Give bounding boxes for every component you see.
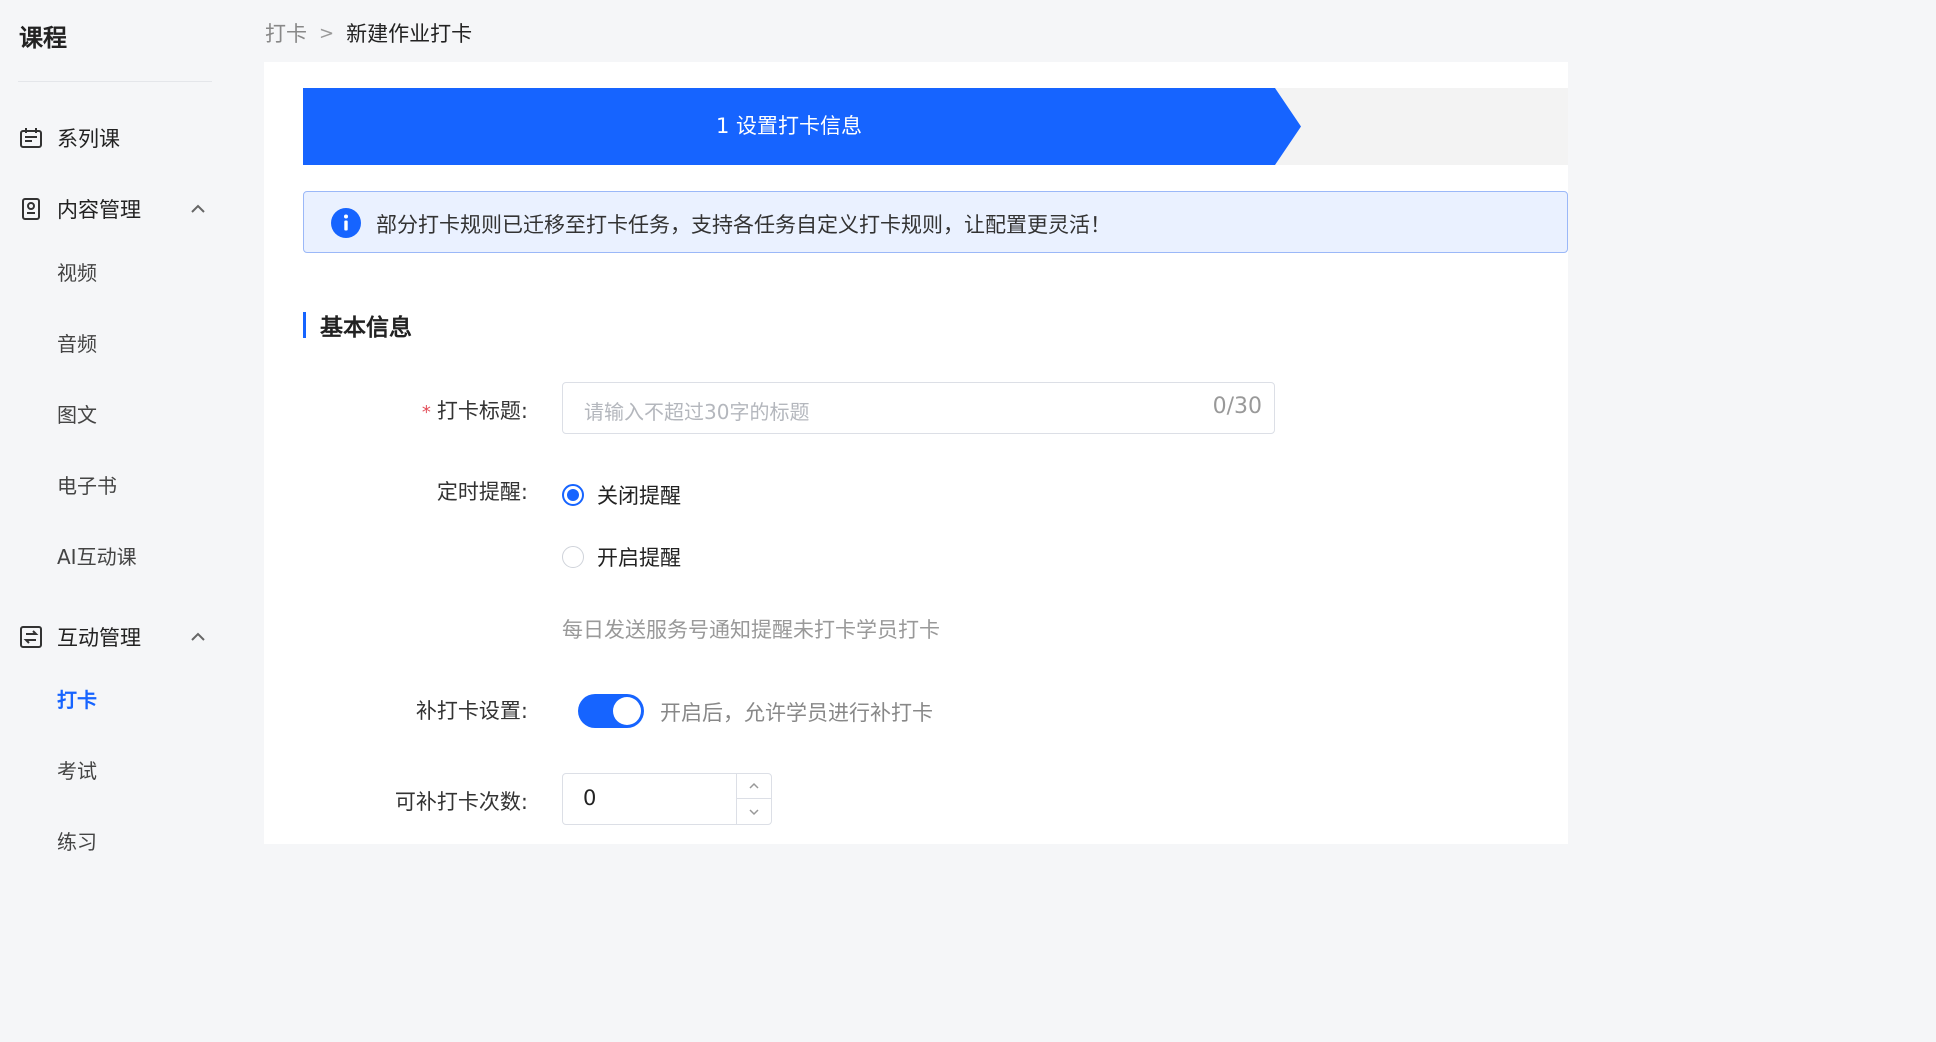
reminder-option-label: 开启提醒	[597, 546, 681, 570]
calendar-icon	[18, 125, 44, 151]
required-mark: *	[421, 402, 431, 423]
reminder-option-label: 关闭提醒	[597, 484, 681, 508]
makeup-count-label: 可补打卡次数:	[394, 790, 528, 814]
stepper-increment[interactable]	[737, 774, 771, 799]
breadcrumb-current: 新建作业打卡	[346, 22, 473, 46]
main-panel: 1 设置打卡信息 部分打卡规则已迁移至打卡任务，支持各任务自定义打卡规则，让配置…	[264, 62, 1568, 844]
stepper-arrows	[736, 774, 771, 824]
title-field-label: * 打卡标题:	[422, 395, 528, 425]
makeup-count-stepper[interactable]: 0	[562, 773, 772, 825]
radio-unchecked[interactable]	[562, 546, 584, 568]
reminder-label: 定时提醒:	[436, 480, 528, 504]
reminder-hint: 每日发送服务号通知提醒未打卡学员打卡	[562, 618, 940, 642]
chevron-down-icon	[749, 808, 759, 815]
sidebar-divider	[18, 81, 212, 82]
chevron-up-icon[interactable]	[188, 199, 208, 219]
sidebar-group-label: 内容管理	[57, 198, 141, 222]
info-icon	[331, 208, 361, 238]
sidebar-item-ebook[interactable]: 电子书	[57, 470, 117, 499]
sidebar-group-series[interactable]: 系列课	[18, 118, 218, 158]
step-bar: 1 设置打卡信息	[303, 88, 1568, 165]
document-icon	[18, 196, 44, 222]
sidebar-item-exam[interactable]: 考试	[57, 755, 97, 784]
makeup-description: 开启后，允许学员进行补打卡	[660, 701, 933, 725]
sidebar-group-interaction[interactable]: 互动管理	[18, 617, 218, 657]
reminder-option-off[interactable]: 关闭提醒	[562, 480, 681, 510]
sidebar-item-video[interactable]: 视频	[57, 257, 97, 286]
sidebar-item-practice[interactable]: 练习	[57, 826, 97, 855]
radio-checked[interactable]	[562, 484, 584, 506]
makeup-toggle[interactable]	[578, 694, 644, 728]
title-input-placeholder: 请输入不超过30字的标题	[584, 400, 810, 424]
notice-text: 部分打卡规则已迁移至打卡任务，支持各任务自定义打卡规则，让配置更灵活！	[376, 213, 1111, 237]
interaction-icon	[18, 624, 44, 650]
sidebar: 课程 系列课 内容管理 视频 音频 图文 电子书 AI互动课 互动管理 打卡 考…	[0, 0, 264, 854]
sidebar-item-checkin[interactable]: 打卡	[57, 684, 97, 713]
section-title-text: 基本信息	[320, 315, 412, 341]
makeup-label: 补打卡设置:	[415, 699, 528, 723]
toggle-knob	[613, 697, 641, 725]
chevron-up-icon	[749, 782, 759, 789]
sidebar-group-label: 系列课	[57, 127, 120, 151]
chevron-up-icon[interactable]	[188, 627, 208, 647]
section-accent-bar	[303, 312, 306, 338]
step-1-label: 1 设置打卡信息	[715, 114, 863, 138]
title-input[interactable]: 请输入不超过30字的标题 0/30	[562, 382, 1275, 434]
section-title: 基本信息	[303, 312, 412, 341]
makeup-count-value: 0	[583, 786, 597, 810]
breadcrumb-parent[interactable]: 打卡	[265, 18, 307, 48]
sidebar-group-label: 互动管理	[57, 626, 141, 650]
notice-banner: 部分打卡规则已迁移至打卡任务，支持各任务自定义打卡规则，让配置更灵活！	[303, 191, 1568, 253]
title-label-text: 打卡标题:	[436, 399, 528, 423]
stepper-decrement[interactable]	[737, 799, 771, 824]
breadcrumb: 打卡 > 新建作业打卡	[265, 18, 472, 48]
reminder-option-on[interactable]: 开启提醒	[562, 542, 681, 572]
sidebar-item-article[interactable]: 图文	[57, 399, 97, 428]
sidebar-title: 课程	[19, 24, 67, 52]
sidebar-item-ai-course[interactable]: AI互动课	[57, 541, 137, 570]
sidebar-group-content[interactable]: 内容管理	[18, 189, 218, 229]
breadcrumb-separator: >	[319, 22, 335, 44]
title-char-counter: 0/30	[1212, 394, 1262, 419]
sidebar-item-audio[interactable]: 音频	[57, 328, 97, 357]
